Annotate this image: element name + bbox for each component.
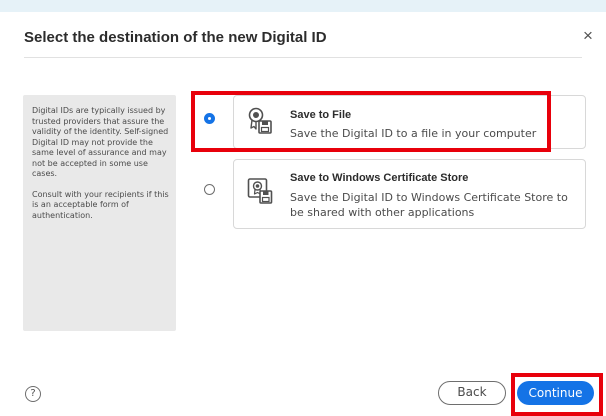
continue-button[interactable]: Continue [517,381,594,405]
back-button[interactable]: Back [438,381,506,405]
option-desc-save-to-windows-store: Save the Digital ID to Windows Certifica… [290,191,568,219]
option-desc-save-to-file: Save the Digital ID to a file in your co… [290,127,537,140]
option-title-save-to-file: Save to File [290,109,352,121]
option-title-save-to-windows-store: Save to Windows Certificate Store [290,172,469,184]
certificate-store-icon [247,177,273,205]
info-paragraph-identity: Digital IDs are typically issued by trus… [32,106,169,178]
radio-save-to-file[interactable] [204,113,215,124]
info-text: Digital IDs are typically issued by trus… [32,106,172,221]
certificate-file-icon [247,107,273,135]
close-icon[interactable]: × [580,27,596,44]
info-panel: Digital IDs are typically issued by trus… [23,95,176,331]
title-divider [24,57,582,58]
option-card-save-to-file[interactable]: Save to File Save the Digital ID to a fi… [233,95,586,149]
option-card-save-to-windows-store[interactable]: Save to Windows Certificate Store Save t… [233,159,586,229]
radio-save-to-windows-store[interactable] [204,184,215,195]
new-digital-id-dialog: Select the destination of the new Digita… [0,12,606,416]
info-paragraph-consult: Consult with your recipients if this is … [32,189,169,220]
help-icon[interactable]: ? [25,386,41,402]
dialog-title: Select the destination of the new Digita… [24,29,327,46]
